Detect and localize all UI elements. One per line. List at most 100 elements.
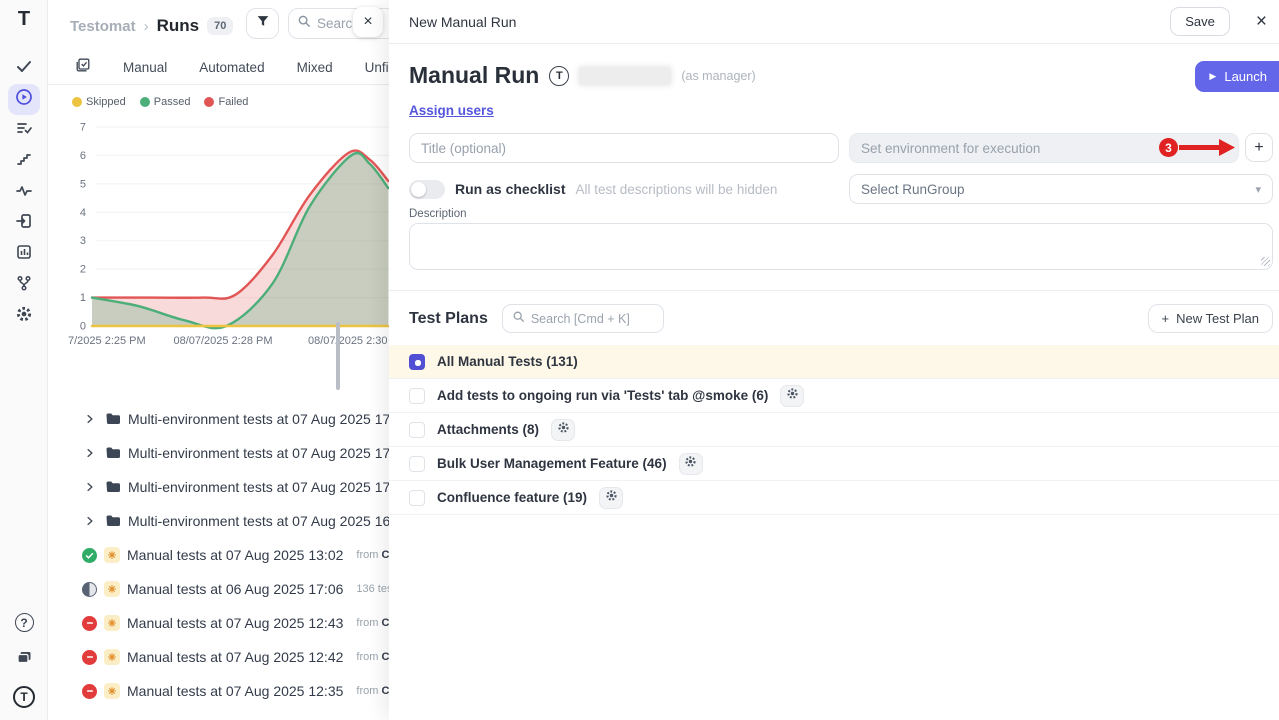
run-row[interactable]: Manual tests at 07 Aug 2025 12:35 from Cu…	[48, 674, 389, 708]
funnel-icon	[255, 13, 271, 34]
run-source-label: from Custom	[356, 617, 389, 629]
projects-button[interactable]	[8, 644, 40, 675]
sidebar-item-reports[interactable]	[8, 239, 40, 270]
test-plan-row[interactable]: Attachments (8)	[389, 413, 1279, 447]
breadcrumb: Testomat › Runs 70	[70, 11, 233, 41]
add-environment-button[interactable]: +	[1245, 133, 1273, 162]
run-row[interactable]: Manual tests at 06 Aug 2025 17:06136 tes…	[48, 572, 389, 606]
save-button[interactable]: Save	[1170, 7, 1230, 36]
plus-icon: +	[1162, 311, 1170, 326]
chevron-down-icon: ▾	[1255, 183, 1261, 196]
manager-note: (as manager)	[681, 69, 755, 83]
close-modal-icon[interactable]: ×	[1256, 12, 1267, 31]
chart-legend: SkippedPassedFailed	[72, 96, 248, 108]
help-button[interactable]: ?	[8, 607, 40, 638]
plan-checkbox[interactable]	[409, 490, 425, 506]
run-as-checklist-toggle[interactable]	[409, 180, 445, 199]
sidebar-bottom: ? T	[0, 607, 48, 712]
sidebar-item-import[interactable]	[8, 208, 40, 239]
test-plan-row[interactable]: Bulk User Management Feature (46)	[389, 447, 1279, 481]
run-row-title: Manual tests at 07 Aug 2025 12:42	[127, 649, 343, 665]
run-row-title: Manual tests at 07 Aug 2025 12:35	[127, 683, 343, 699]
run-folder-row[interactable]: Multi-environment tests at 07 Aug 2025 1…	[48, 436, 389, 470]
run-folder-row[interactable]: Multi-environment tests at 07 Aug 2025 1…	[48, 470, 389, 504]
clear-search-button[interactable]: ×	[353, 7, 383, 37]
sidebar-item-runs[interactable]	[8, 84, 40, 115]
new-manual-run-modal: New Manual Run Save × ▶ Launch Manual Ru…	[389, 0, 1279, 720]
sidebar-item-steps[interactable]	[8, 146, 40, 177]
plan-settings-button[interactable]	[679, 453, 703, 475]
new-test-plan-button[interactable]: + New Test Plan	[1148, 304, 1273, 333]
checklist-icon	[15, 119, 33, 142]
pulse-icon	[15, 181, 33, 204]
chevron-right-icon[interactable]	[82, 447, 98, 459]
runs-chart: SkippedPassedFailed 012345677/2025 2:25 …	[60, 95, 389, 357]
report-chart-icon	[15, 243, 33, 266]
title-input[interactable]	[409, 133, 839, 163]
plan-checkbox[interactable]	[409, 422, 425, 438]
svg-text:7: 7	[80, 121, 86, 133]
run-row[interactable]: Manual tests at 07 Aug 2025 12:42 from Cu…	[48, 640, 389, 674]
tab-mixed[interactable]: Mixed	[297, 60, 333, 75]
manual-run-emoji-icon	[104, 581, 120, 597]
launch-button[interactable]: ▶ Launch	[1195, 61, 1279, 92]
chevron-right-icon[interactable]	[82, 515, 98, 527]
plan-label: Confluence feature (19)	[437, 490, 587, 505]
assign-users-link[interactable]: Assign users	[409, 103, 494, 118]
account-logo-button[interactable]: T	[8, 681, 40, 712]
test-plans-search[interactable]	[502, 304, 664, 333]
check-icon	[15, 57, 33, 80]
import-icon	[15, 212, 33, 235]
tabs-divider	[48, 84, 389, 85]
run-row-title: Multi-environment tests at 07 Aug 2025 1…	[128, 479, 389, 495]
sidebar-item-branches[interactable]	[8, 270, 40, 301]
scrollbar-thumb[interactable]	[336, 322, 340, 390]
filter-button[interactable]	[246, 8, 279, 39]
chevron-right-icon[interactable]	[82, 481, 98, 493]
run-row[interactable]: Manual tests at 07 Aug 2025 12:43from Cu…	[48, 606, 389, 640]
sidebar-nav	[0, 53, 48, 332]
modal-header: New Manual Run Save ×	[389, 0, 1279, 44]
folder-icon	[105, 445, 121, 461]
svg-text:4: 4	[80, 207, 86, 219]
run-tabs: Manual Automated Mixed Unfinished	[123, 60, 389, 75]
section-divider	[389, 290, 1279, 291]
sidebar-item-checklist[interactable]	[8, 115, 40, 146]
run-source-label: from Custom	[356, 651, 389, 663]
description-textarea[interactable]	[409, 223, 1273, 270]
run-folder-row[interactable]: Multi-environment tests at 07 Aug 2025 1…	[48, 402, 389, 436]
plan-settings-button[interactable]	[599, 487, 623, 509]
breadcrumb-brand[interactable]: Testomat	[70, 18, 136, 35]
plan-checkbox[interactable]	[409, 388, 425, 404]
svg-text:08/07/2025 2:30 PI: 08/07/2025 2:30 PI	[308, 335, 389, 347]
sidebar-item-pulse[interactable]	[8, 177, 40, 208]
plan-checkbox[interactable]	[409, 354, 425, 370]
toggle-knob	[411, 182, 426, 197]
run-row[interactable]: Manual tests at 07 Aug 2025 13:02from Cu…	[48, 538, 389, 572]
search-icon	[297, 14, 311, 33]
run-source-label: from Custom	[356, 549, 389, 561]
test-plan-row[interactable]: All Manual Tests (131)	[389, 345, 1279, 379]
sidebar-item-settings[interactable]	[8, 301, 40, 332]
chevron-right-icon[interactable]	[82, 413, 98, 425]
test-plans-title: Test Plans	[409, 310, 488, 328]
test-plan-row[interactable]: Confluence feature (19)	[389, 481, 1279, 515]
tab-manual[interactable]: Manual	[123, 60, 167, 75]
tab-automated[interactable]: Automated	[199, 60, 264, 75]
test-plans-search-input[interactable]	[531, 312, 641, 326]
run-source-label: from Custom	[356, 685, 389, 697]
plan-settings-button[interactable]	[551, 419, 575, 441]
app-sidebar: T ?	[0, 0, 48, 720]
app-logo: T	[0, 8, 48, 38]
run-row-title: Multi-environment tests at 07 Aug 2025 1…	[128, 411, 389, 427]
manual-run-emoji-icon	[104, 683, 120, 699]
rungroup-select[interactable]: Select RunGroup ▾	[849, 174, 1273, 204]
run-folder-row[interactable]: Multi-environment tests at 07 Aug 2025 1…	[48, 504, 389, 538]
sidebar-item-tasks[interactable]	[8, 53, 40, 84]
test-plan-row[interactable]: Add tests to ongoing run via 'Tests' tab…	[389, 379, 1279, 413]
resize-handle-icon[interactable]	[1261, 257, 1270, 266]
plan-settings-button[interactable]	[780, 385, 804, 407]
select-runs-icon[interactable]	[75, 57, 91, 78]
plan-checkbox[interactable]	[409, 456, 425, 472]
tab-unfinished[interactable]: Unfinished	[365, 60, 389, 75]
